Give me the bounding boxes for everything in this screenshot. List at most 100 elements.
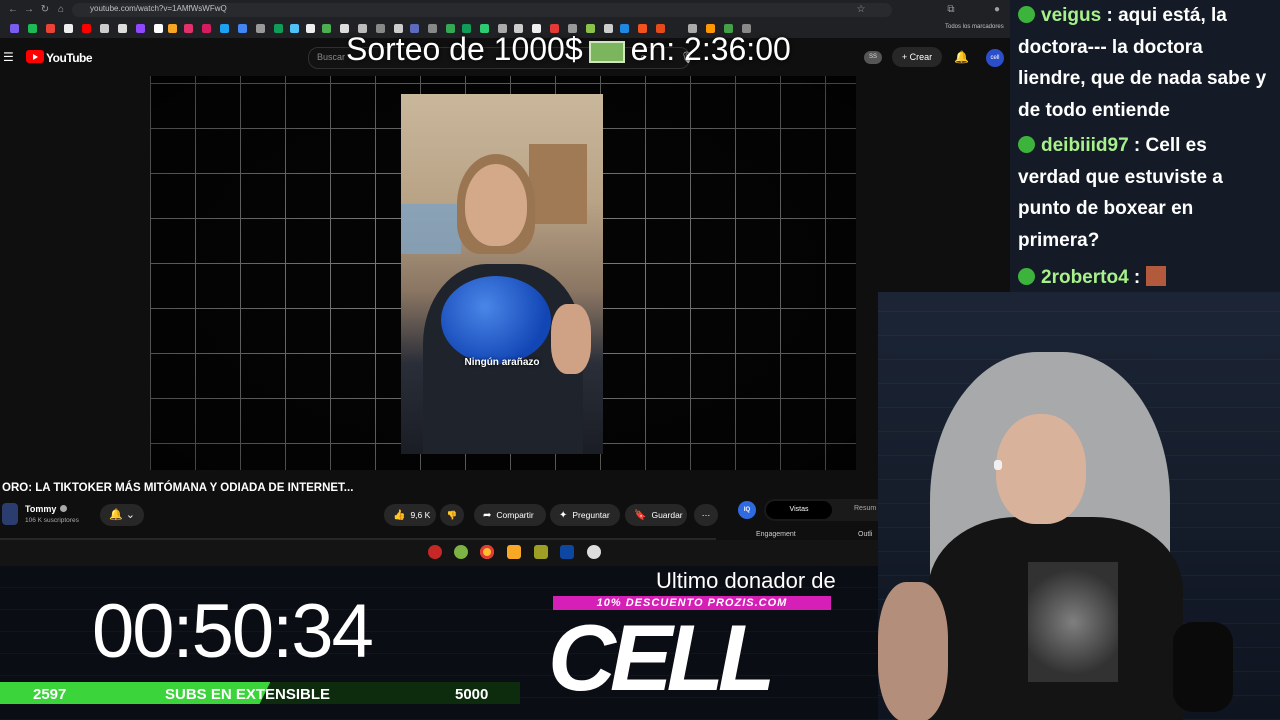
video-title: ORO: LA TIKTOKER MÁS MITÓMANA Y ODIADA D…	[2, 482, 354, 494]
bookmark-icon[interactable]	[274, 24, 283, 33]
extensions-icon[interactable]: ⧉	[944, 3, 958, 17]
chat-message: 2roberto4 :	[1018, 262, 1166, 292]
microphone-arm	[1173, 622, 1233, 712]
bookmark-icon[interactable]	[168, 24, 177, 33]
reload-icon[interactable]: ↻	[38, 3, 52, 17]
subscription-bell-button[interactable]: 🔔 ⌄	[100, 504, 144, 526]
chat-username[interactable]: deibiiid97	[1041, 135, 1129, 156]
sparkle-icon: ✦	[559, 510, 568, 521]
share-button[interactable]: ➦ Compartir	[474, 504, 546, 526]
chat-message: veigus : aqui está, la doctora--- la doc…	[1018, 0, 1274, 126]
more-options-button[interactable]: ⋯	[694, 504, 718, 526]
bookmark-icon[interactable]	[82, 24, 91, 33]
bookmark-icon[interactable]	[306, 24, 315, 33]
bookmark-icon: 🔖	[634, 510, 647, 521]
last-donor-name: CELL	[548, 605, 775, 710]
forward-icon[interactable]: →	[22, 3, 36, 17]
chat-message: deibiiid97 : Cell es verdad que estuvist…	[1018, 130, 1274, 256]
engagement-label: Engagement	[756, 531, 796, 538]
streamer-arm	[878, 582, 948, 720]
bookmark-icon[interactable]	[136, 24, 145, 33]
save-button[interactable]: 🔖 Guardar	[625, 504, 687, 526]
channel-name[interactable]: Tommy	[25, 504, 56, 514]
bookmark-star-icon[interactable]: ☆	[854, 3, 868, 17]
photoshop-icon[interactable]	[560, 545, 574, 559]
bookmark-icon[interactable]	[256, 24, 265, 33]
address-bar: ← → ↻ ⌂ youtube.com/watch?v=1AMfWsWFwQ ☆…	[0, 0, 1010, 20]
verified-icon	[60, 505, 67, 512]
tab-vistas[interactable]: Vistas	[766, 501, 832, 519]
account-avatar[interactable]: cell	[986, 49, 1004, 67]
bookmark-icon[interactable]	[322, 24, 331, 33]
chat-badge-icon	[1018, 268, 1035, 285]
app-icon[interactable]	[534, 545, 548, 559]
subs-goal: 5000	[455, 686, 489, 703]
ask-button[interactable]: ✦ Preguntar	[550, 504, 620, 526]
notifications-bell-icon[interactable]: 🔔	[954, 50, 969, 64]
last-donor-label: Ultimo donador de	[656, 568, 836, 593]
obs-icon[interactable]	[428, 545, 442, 559]
url-field[interactable]: youtube.com/watch?v=1AMfWsWFwQ	[72, 3, 892, 17]
giveaway-banner: Sorteo de 1000$ en: 2:36:00	[346, 31, 791, 68]
back-icon[interactable]: ←	[6, 3, 20, 17]
thumbs-up-icon: 👍	[393, 510, 406, 521]
search-placeholder: Buscar	[317, 52, 346, 62]
home-icon[interactable]: ⌂	[54, 3, 68, 17]
shirt-print	[1028, 562, 1118, 682]
browser-window: ← → ↻ ⌂ youtube.com/watch?v=1AMfWsWFwQ ☆…	[0, 0, 1010, 565]
bookmark-icon[interactable]	[154, 24, 163, 33]
chat-badge-icon	[1018, 136, 1035, 153]
bookmark-icon[interactable]	[118, 24, 127, 33]
save-label: Guardar	[651, 510, 683, 520]
bookmark-icon[interactable]	[100, 24, 109, 33]
thumbs-down-icon: 👎	[446, 510, 458, 520]
like-count: 9,6 K	[410, 510, 431, 520]
bookmark-icon[interactable]	[28, 24, 37, 33]
giveaway-countdown: en: 2:36:00	[630, 31, 791, 67]
dislike-button[interactable]: 👎	[440, 504, 464, 526]
subs-label: SUBS EN EXTENSIBLE	[165, 686, 331, 703]
money-icon	[588, 40, 625, 63]
outliers-label: Outli	[858, 531, 873, 538]
youtube-logo-icon[interactable]	[26, 50, 44, 63]
chat-badge-icon	[1018, 6, 1035, 23]
hamburger-menu-icon[interactable]: ☰	[3, 50, 14, 64]
bookmark-icon[interactable]	[184, 24, 193, 33]
vidiq-logo-icon[interactable]: IQ	[738, 501, 756, 519]
more-icon: ⋯	[701, 510, 711, 520]
app-icon[interactable]	[587, 545, 601, 559]
streamer-head	[996, 414, 1086, 524]
chat-username[interactable]: veigus	[1041, 5, 1101, 26]
app-icon[interactable]	[454, 545, 468, 559]
video-player[interactable]: Ningún arañazo	[150, 76, 856, 470]
chat-username[interactable]: 2roberto4	[1041, 267, 1129, 288]
subscriber-count: 106 K suscriptores	[25, 517, 79, 524]
all-bookmarks-folder[interactable]: Todos los marcadores	[945, 24, 1004, 30]
wall-map	[401, 204, 461, 254]
bookmark-icon[interactable]	[202, 24, 211, 33]
bookmark-icon[interactable]	[46, 24, 55, 33]
profile-icon[interactable]: ●	[990, 3, 1004, 17]
like-button[interactable]: 👍 9,6 K	[384, 504, 436, 526]
plus-icon: +	[901, 52, 910, 62]
bookmark-icon[interactable]	[290, 24, 299, 33]
bookmark-icon[interactable]	[10, 24, 19, 33]
earbud	[994, 460, 1002, 470]
tab-resumen[interactable]: Resum	[854, 505, 876, 512]
ask-label: Preguntar	[572, 510, 610, 520]
ss-badge[interactable]: SS	[864, 51, 882, 64]
channel-avatar[interactable]	[2, 503, 18, 525]
bookmark-icon[interactable]	[64, 24, 73, 33]
vidiq-tabs: Vistas Resum	[764, 499, 894, 521]
boxing-glove	[441, 276, 551, 364]
bookmark-icon[interactable]	[238, 24, 247, 33]
folder-icon[interactable]	[507, 545, 521, 559]
video-content: Ningún arañazo	[401, 94, 603, 454]
webcam-feed	[878, 292, 1280, 720]
share-label: Compartir	[496, 510, 534, 520]
youtube-brand[interactable]: YouTube	[46, 51, 93, 65]
chrome-icon[interactable]	[480, 545, 494, 559]
create-button[interactable]: + Crear	[892, 47, 942, 67]
share-icon: ➦	[483, 510, 492, 521]
bookmark-icon[interactable]	[220, 24, 229, 33]
